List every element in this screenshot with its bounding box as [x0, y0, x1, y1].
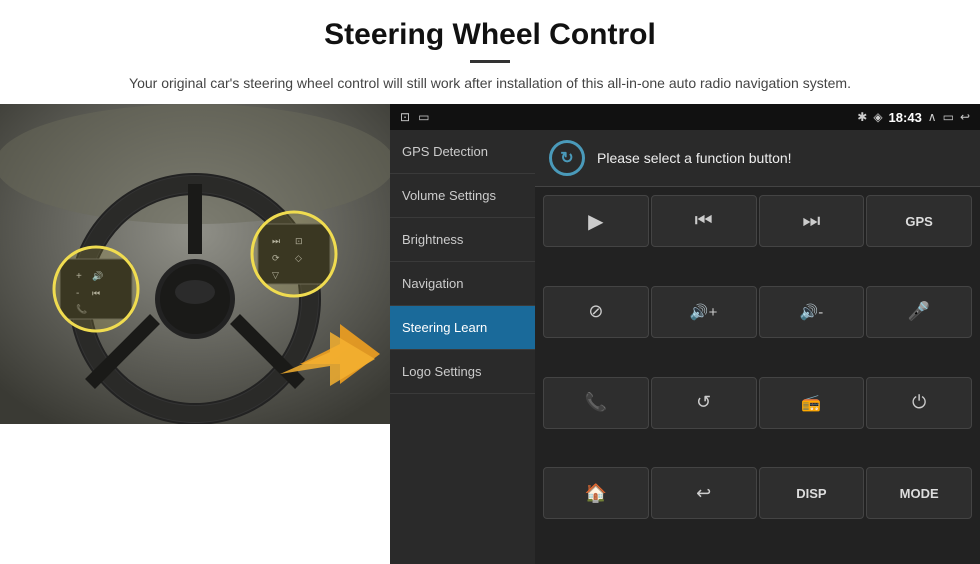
header-divider: [470, 60, 510, 63]
content-area: + 🔊 - ⏮ 📞 ⏭ ⊡ ⟳ ◇ ▽: [0, 104, 980, 564]
sidebar-item-steering-learn[interactable]: Steering Learn: [390, 306, 535, 350]
sidebar-menu: GPS Detection Volume Settings Brightness…: [390, 130, 535, 564]
status-bar: ⊡ ▭ ✱ ◈ 18:43 ∧ ▭ ↩: [390, 104, 980, 130]
status-right: ✱ ◈ 18:43 ∧ ▭ ↩: [857, 110, 970, 125]
status-left: ⊡ ▭: [400, 110, 429, 124]
home-status-icon: ⊡: [400, 110, 410, 124]
wifi-icon: ◈: [873, 110, 882, 124]
page-title: Steering Wheel Control: [129, 18, 851, 52]
sidebar-item-gps-detection[interactable]: GPS Detection: [390, 130, 535, 174]
fn-btn-mode[interactable]: MODE: [866, 467, 972, 519]
fn-btn-play[interactable]: ▶: [543, 195, 649, 247]
fn-btn-disp[interactable]: DISP: [759, 467, 865, 519]
back-nav-icon: ↩: [960, 110, 970, 124]
status-time: 18:43: [889, 110, 922, 125]
app-status-icon: ▭: [418, 110, 429, 124]
fn-btn-rotate[interactable]: ↺: [651, 377, 757, 429]
battery-icon: ▭: [943, 110, 954, 124]
fn-btn-mute[interactable]: ⊘: [543, 286, 649, 338]
bluetooth-icon: ✱: [857, 110, 867, 124]
fn-btn-home[interactable]: 🏠: [543, 467, 649, 519]
expand-icon: ∧: [928, 110, 937, 124]
steering-wheel-image: + 🔊 - ⏮ 📞 ⏭ ⊡ ⟳ ◇ ▽: [0, 104, 390, 424]
sidebar-item-volume-settings[interactable]: Volume Settings: [390, 174, 535, 218]
fn-btn-skip-forward[interactable]: ⏭: [759, 195, 865, 247]
page: Steering Wheel Control Your original car…: [0, 0, 980, 564]
fn-btn-mic[interactable]: 🎤: [866, 286, 972, 338]
fn-btn-radio[interactable]: 📻: [759, 377, 865, 429]
fn-btn-vol-up[interactable]: 🔊+: [651, 286, 757, 338]
fn-btn-vol-down[interactable]: 🔊-: [759, 286, 865, 338]
fn-btn-back[interactable]: ↩: [651, 467, 757, 519]
fn-btn-phone[interactable]: 📞: [543, 377, 649, 429]
function-panel: ↻ Please select a function button! ▶ ⏮: [535, 130, 980, 564]
sidebar-item-brightness[interactable]: Brightness: [390, 218, 535, 262]
function-panel-header: ↻ Please select a function button!: [535, 130, 980, 187]
head-unit: ⊡ ▭ ✱ ◈ 18:43 ∧ ▭ ↩ GPS Detection: [390, 104, 980, 564]
fn-btn-power[interactable]: ⏻: [866, 377, 972, 429]
fn-btn-gps[interactable]: GPS: [866, 195, 972, 247]
page-header: Steering Wheel Control Your original car…: [69, 0, 911, 104]
page-description: Your original car's steering wheel contr…: [129, 73, 851, 94]
sidebar-item-navigation[interactable]: Navigation: [390, 262, 535, 306]
hu-main-content: GPS Detection Volume Settings Brightness…: [390, 130, 980, 564]
sidebar-item-logo-settings[interactable]: Logo Settings: [390, 350, 535, 394]
fn-btn-skip-back[interactable]: ⏮: [651, 195, 757, 247]
function-grid: ▶ ⏮ ⏭ GPS ⊘: [535, 187, 980, 564]
refresh-icon[interactable]: ↻: [549, 140, 585, 176]
function-header-text: Please select a function button!: [597, 150, 792, 166]
